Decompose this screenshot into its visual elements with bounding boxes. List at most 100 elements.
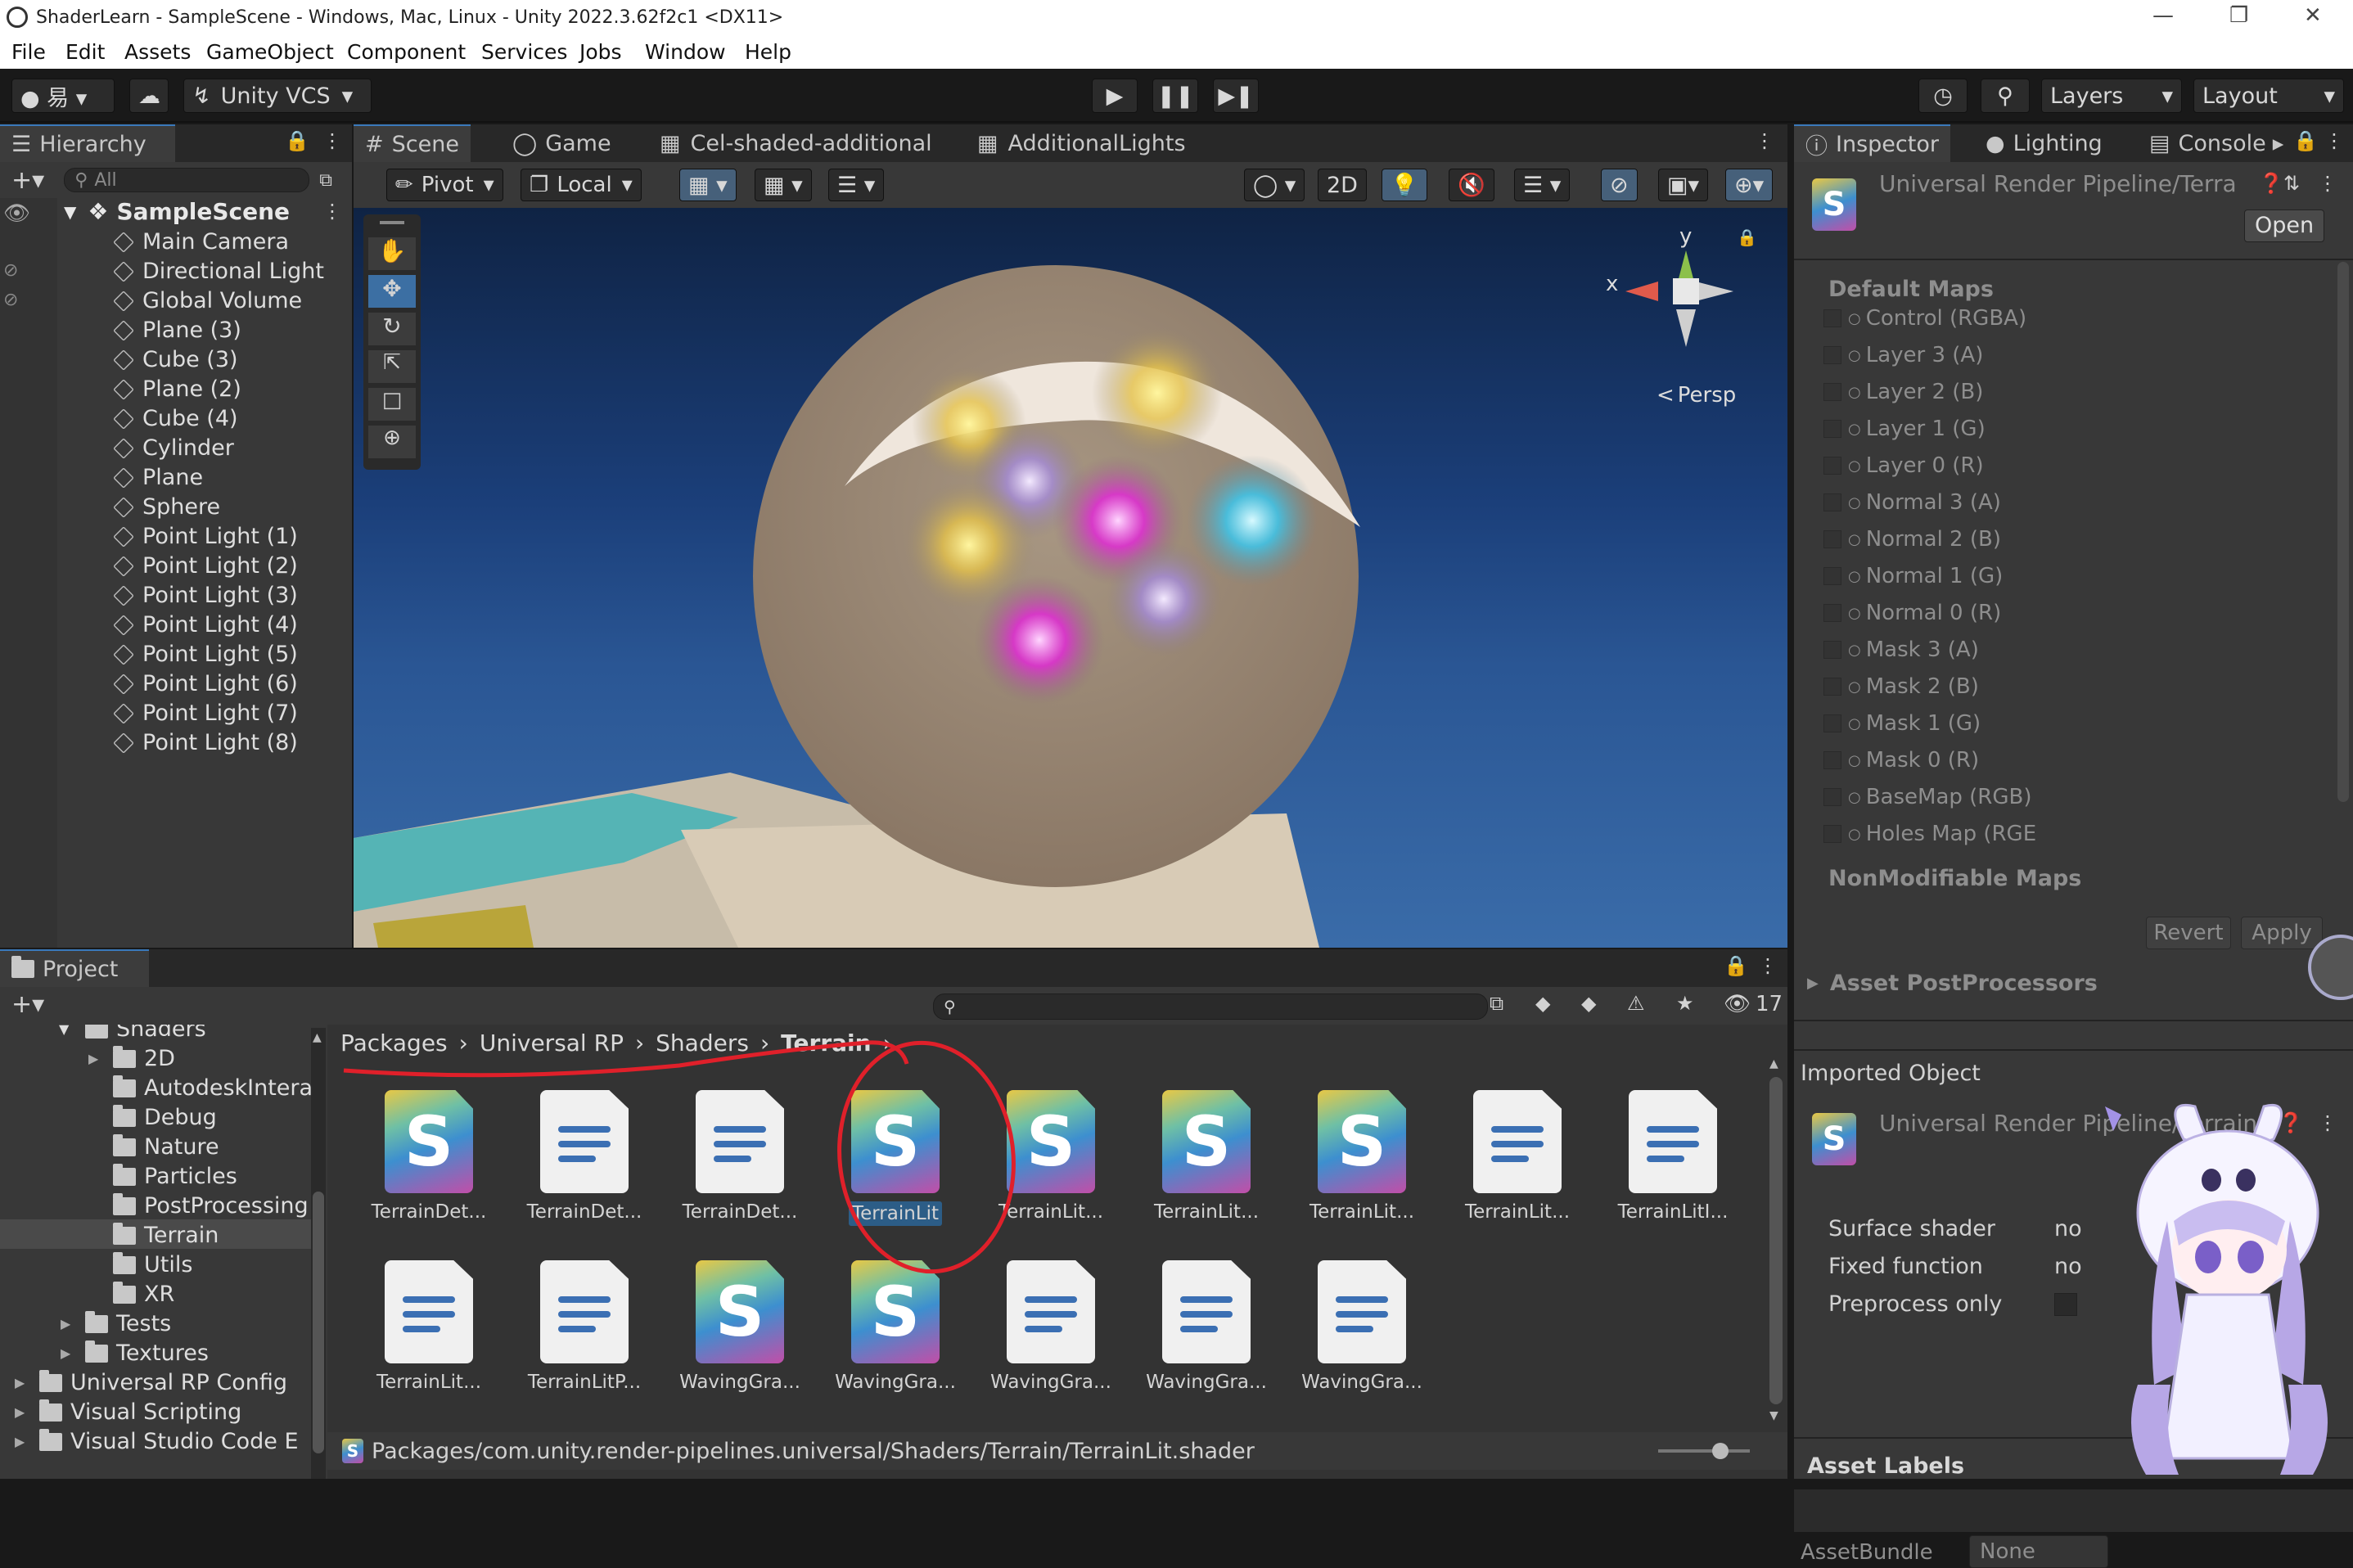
project-kebab-icon[interactable]: ⋮ (1758, 954, 1778, 977)
tab-lighting[interactable]: ● Lighting (1974, 124, 2114, 162)
asset-item[interactable]: WavingGra... (1133, 1260, 1280, 1393)
rect-tool-icon[interactable]: □ (368, 388, 416, 421)
menu-component[interactable]: Component (347, 40, 466, 64)
hierarchy-item[interactable]: Point Light (8) (113, 730, 298, 755)
filter-warning-icon[interactable]: ⚠ (1627, 992, 1645, 1015)
visibility-toggle[interactable]: ⊘ (1601, 169, 1638, 201)
help-icon[interactable]: ❓ (2259, 172, 2283, 195)
asset-item[interactable]: TerrainDet... (511, 1090, 658, 1223)
filter-label-icon[interactable]: ◆ (1581, 992, 1596, 1015)
folder-tree-item[interactable]: XR (113, 1281, 174, 1307)
persp-label[interactable]: < Persp (1657, 383, 1736, 408)
inspector-scrollbar[interactable] (2337, 262, 2349, 802)
tab-inspector[interactable]: ⓘ Inspector (1794, 124, 1950, 162)
pivot-dropdown[interactable]: ✏ Pivot ▾ (386, 169, 503, 201)
asset-item[interactable]: S WavingGra... (822, 1260, 969, 1393)
folder-tree-item[interactable]: Utils (113, 1251, 192, 1277)
maximize-icon[interactable]: ❐ (2229, 3, 2248, 28)
menu-jobs[interactable]: Jobs (579, 40, 622, 64)
folder-tree-item[interactable]: Terrain (113, 1222, 219, 1248)
breadcrumb-universal-rp[interactable]: Universal RP (480, 1030, 624, 1057)
menu-assets[interactable]: Assets (124, 40, 191, 64)
cloud-button[interactable]: ☁ (129, 79, 169, 113)
menu-help[interactable]: Help (745, 40, 791, 64)
tab-cel-shaded[interactable]: ▦ Cel-shaded-additional (648, 124, 944, 162)
grid-snap-button[interactable]: ▦ ▾ (679, 169, 737, 201)
scene-visibility-icon[interactable]: ⧉ (319, 170, 332, 191)
folder-tree-item[interactable]: AutodeskInterac (113, 1075, 311, 1101)
hierarchy-item[interactable]: Directional Light (113, 259, 324, 284)
tab-console[interactable]: ▤ Console ▸ (2138, 124, 2295, 162)
folder-tree-item[interactable]: ▼ Shaders (59, 1025, 206, 1042)
tab-hierarchy[interactable]: ☰ Hierarchy (0, 124, 175, 162)
two-d-toggle[interactable]: 2D (1318, 169, 1367, 201)
search-options-icon[interactable]: ⧉ (1490, 992, 1503, 1015)
increment-snap-button[interactable]: ▦ ▾ (755, 169, 812, 201)
folder-tree-item[interactable]: ▶ 2D (88, 1045, 175, 1071)
folder-tree-item[interactable]: ▶ Visual Studio Code E (15, 1428, 299, 1454)
menu-gameobject[interactable]: GameObject (206, 40, 334, 64)
menu-file[interactable]: File (11, 40, 46, 64)
layers-dropdown[interactable]: Layers ▾ (2041, 79, 2182, 113)
hierarchy-item[interactable]: Cylinder (113, 435, 234, 461)
minimize-icon[interactable]: — (2152, 3, 2174, 28)
map-property[interactable]: ○ Layer 1 (G) (1848, 417, 1986, 441)
hierarchy-item[interactable]: Plane (113, 465, 203, 490)
shading-mode-button[interactable]: ◯ ▾ (1244, 169, 1305, 201)
asset-item[interactable]: TerrainLitI... (1599, 1090, 1747, 1223)
search-input[interactable]: ⚲ All (64, 168, 310, 192)
zoom-slider[interactable] (1658, 1443, 1750, 1459)
zoom-slider-handle[interactable] (1712, 1443, 1729, 1459)
rotate-tool-icon[interactable]: ↻ (368, 313, 416, 345)
map-checkbox[interactable] (1823, 457, 1841, 475)
map-checkbox[interactable] (1823, 825, 1841, 843)
map-property[interactable]: ○ Mask 1 (G) (1848, 711, 1981, 736)
favorite-icon[interactable]: ★ (1676, 992, 1694, 1015)
lighting-toggle[interactable]: 💡 (1382, 169, 1427, 201)
map-checkbox[interactable] (1823, 530, 1841, 548)
history-button[interactable]: ◷ (1918, 79, 1968, 113)
asset-item[interactable]: WavingGra... (977, 1260, 1125, 1393)
map-checkbox[interactable] (1823, 420, 1841, 438)
scene-root[interactable]: ▼ ❖ SampleScene (64, 198, 290, 225)
asset-item[interactable]: S TerrainLit... (1133, 1090, 1280, 1223)
hierarchy-item[interactable]: Point Light (2) (113, 553, 298, 579)
asset-kebab-icon[interactable]: ⋮ (2318, 172, 2337, 195)
breadcrumb-terrain[interactable]: Terrain (781, 1030, 871, 1057)
asset-item[interactable]: TerrainDet... (666, 1090, 814, 1223)
transform-tool-icon[interactable]: ⊕ (368, 426, 416, 458)
hidden-eye-icon[interactable]: ⊘ (3, 260, 18, 281)
map-property[interactable]: ○ Mask 2 (B) (1848, 674, 1979, 699)
camera-dropdown[interactable]: ▣ ▾ (1658, 169, 1709, 201)
map-property[interactable]: ○ Control (RGBA) (1848, 306, 2026, 331)
hidden-count[interactable]: 👁 17 (1724, 992, 1783, 1016)
tree-scrollbar-track[interactable]: ▲ (311, 1028, 326, 1479)
hierarchy-item[interactable]: Point Light (3) (113, 583, 298, 608)
asset-postprocessors-foldout[interactable]: ▶ Asset PostProcessors (1807, 971, 2098, 996)
asset-scrollbar[interactable]: ▲ ▼ (1768, 1057, 1784, 1426)
map-property[interactable]: ○ Normal 1 (G) (1848, 564, 2003, 588)
asset-item[interactable]: WavingGra... (1288, 1260, 1436, 1393)
audio-toggle[interactable]: 🔇 (1449, 169, 1494, 201)
map-property[interactable]: ○ Mask 0 (R) (1848, 748, 1979, 773)
palette-drag-handle[interactable] (380, 221, 404, 224)
hierarchy-item[interactable]: Main Camera (113, 229, 289, 255)
assetbundle-dropdown[interactable]: None (1969, 1535, 2108, 1568)
hierarchy-item[interactable]: Global Volume (113, 288, 302, 313)
local-dropdown[interactable]: ❐ Local ▾ (521, 169, 642, 201)
hierarchy-item[interactable]: Point Light (7) (113, 701, 298, 726)
hierarchy-item[interactable]: Plane (2) (113, 376, 241, 402)
folder-tree-item[interactable]: ▶ Textures (61, 1340, 209, 1366)
map-property[interactable]: ○ Normal 3 (A) (1848, 490, 2001, 515)
scene-viewport[interactable]: ✋ ✥ ↻ ⇱ □ ⊕ y x < Persp 🔒 (354, 208, 1787, 948)
map-checkbox[interactable] (1823, 383, 1841, 401)
folder-tree-item[interactable]: ▶ Visual Scripting (15, 1399, 241, 1425)
revert-button[interactable]: Revert (2146, 917, 2231, 949)
map-property[interactable]: ○ Layer 3 (A) (1848, 343, 1983, 367)
orientation-gizmo[interactable]: y x < Persp (1606, 224, 1753, 408)
map-property[interactable]: ○ BaseMap (RGB) (1848, 785, 2032, 809)
hand-tool-icon[interactable]: ✋ (368, 237, 416, 270)
map-checkbox[interactable] (1823, 309, 1841, 327)
filter-type-icon[interactable]: ◆ (1535, 992, 1550, 1015)
inspector-lock-icon[interactable]: 🔒 (2293, 129, 2318, 152)
